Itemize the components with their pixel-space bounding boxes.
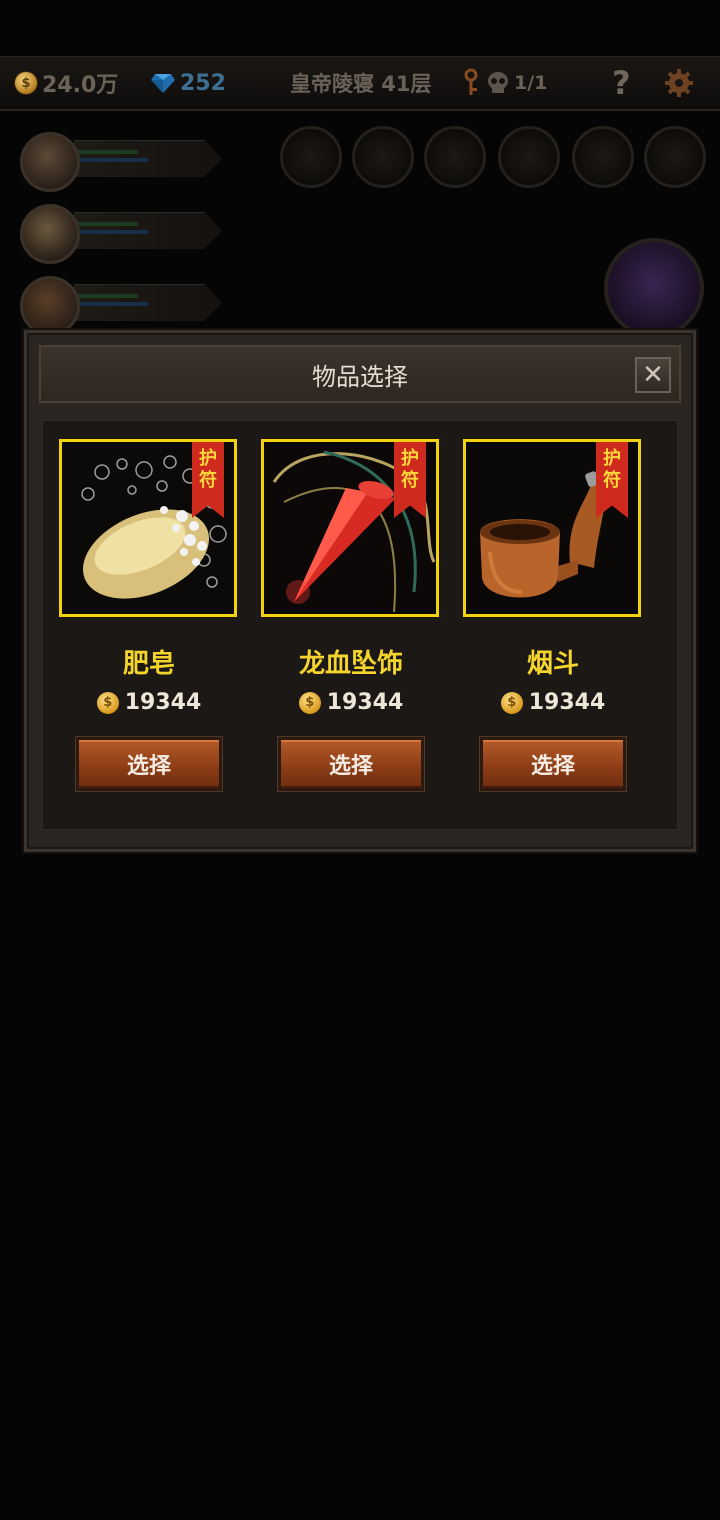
coin-icon: $ bbox=[500, 691, 523, 714]
select-button[interactable]: 选择 bbox=[76, 737, 222, 791]
hero-hp-bar bbox=[78, 294, 138, 298]
item-price: $ 19344 bbox=[59, 690, 239, 715]
item-option: 护 符 烟斗 $ 19344 选择 bbox=[463, 439, 643, 791]
key-count: 1/1 bbox=[514, 72, 548, 94]
item-option: 护 符 龙血坠饰 $ 19344 选择 bbox=[261, 439, 441, 791]
tag-text: 护 bbox=[199, 448, 217, 469]
floor-label: 皇帝陵寝 41层 bbox=[290, 72, 432, 96]
relic-slot[interactable] bbox=[644, 126, 706, 188]
coin-icon: $ bbox=[298, 691, 321, 714]
item-price: $ 19344 bbox=[463, 690, 643, 715]
settings-button[interactable] bbox=[664, 57, 694, 109]
coin-icon: $ bbox=[14, 71, 38, 95]
item-select-dialog: 物品选择 ✕ 护 符 肥皂 $ 19344 选择 护 符 龙血坠饰 $ 1934… bbox=[24, 330, 696, 852]
tag-text: 符 bbox=[199, 470, 217, 491]
item-name: 龙血坠饰 bbox=[298, 649, 403, 679]
hero-slot[interactable] bbox=[14, 126, 224, 192]
hero-mp-bar bbox=[78, 158, 148, 162]
price-value: 19344 bbox=[528, 690, 606, 715]
hero-avatar bbox=[20, 204, 80, 264]
gold-display: $ 24.0万 bbox=[14, 57, 118, 109]
gem-display: 252 bbox=[150, 57, 226, 109]
select-button[interactable]: 选择 bbox=[278, 737, 424, 791]
tag-text: 护 bbox=[401, 448, 419, 469]
relic-slot[interactable] bbox=[352, 126, 414, 188]
hero-hp-bar bbox=[78, 150, 138, 154]
hero-mp-bar bbox=[78, 230, 148, 234]
item-card-dragon-blood-pendant[interactable]: 护 符 bbox=[261, 439, 439, 617]
item-list: 护 符 肥皂 $ 19344 选择 护 符 龙血坠饰 $ 19344 选择 护 … bbox=[41, 419, 679, 831]
hero-hp-bar bbox=[78, 222, 138, 226]
tag-text: 符 bbox=[401, 470, 419, 491]
coin-icon: $ bbox=[96, 691, 119, 714]
tag-text: 护 bbox=[603, 448, 621, 469]
close-button[interactable]: ✕ bbox=[635, 357, 671, 393]
diamond-icon bbox=[151, 74, 175, 93]
relic-slot[interactable] bbox=[498, 126, 560, 188]
dialog-title: 物品选择 bbox=[312, 362, 408, 391]
close-icon: ✕ bbox=[642, 360, 664, 390]
hero-avatar bbox=[20, 276, 80, 336]
item-name: 肥皂 bbox=[122, 649, 175, 679]
help-button[interactable]: ? bbox=[612, 57, 631, 109]
select-button[interactable]: 选择 bbox=[480, 737, 626, 791]
dialog-header: 物品选择 bbox=[39, 345, 681, 403]
tag-text: 符 bbox=[603, 470, 621, 491]
key-icon bbox=[464, 68, 478, 95]
item-price: $ 19344 bbox=[261, 690, 441, 715]
boss-portrait[interactable] bbox=[604, 238, 704, 338]
relic-slot[interactable] bbox=[424, 126, 486, 188]
key-display: 1/1 bbox=[462, 57, 547, 109]
gem-amount: 252 bbox=[180, 70, 226, 96]
item-name: 烟斗 bbox=[526, 649, 579, 679]
hero-avatar bbox=[20, 132, 80, 192]
top-status-bar: $ 24.0万 252 皇帝陵寝 41层 1/1 ? bbox=[0, 56, 720, 111]
price-value: 19344 bbox=[124, 690, 202, 715]
item-card-soap[interactable]: 护 符 bbox=[59, 439, 237, 617]
item-option: 护 符 肥皂 $ 19344 选择 bbox=[59, 439, 239, 791]
skull-icon bbox=[488, 72, 508, 93]
question-icon: ? bbox=[612, 64, 631, 102]
hero-mp-bar bbox=[78, 302, 148, 306]
floor-display: 皇帝陵寝 41层 bbox=[290, 57, 432, 109]
hero-slot[interactable] bbox=[14, 270, 224, 336]
price-value: 19344 bbox=[326, 690, 404, 715]
relic-slot[interactable] bbox=[572, 126, 634, 188]
item-card-pipe[interactable]: 护 符 bbox=[463, 439, 641, 617]
gold-amount: 24.0万 bbox=[42, 73, 119, 98]
hero-slot[interactable] bbox=[14, 198, 224, 264]
relic-slot[interactable] bbox=[280, 126, 342, 188]
gear-icon bbox=[665, 69, 693, 97]
